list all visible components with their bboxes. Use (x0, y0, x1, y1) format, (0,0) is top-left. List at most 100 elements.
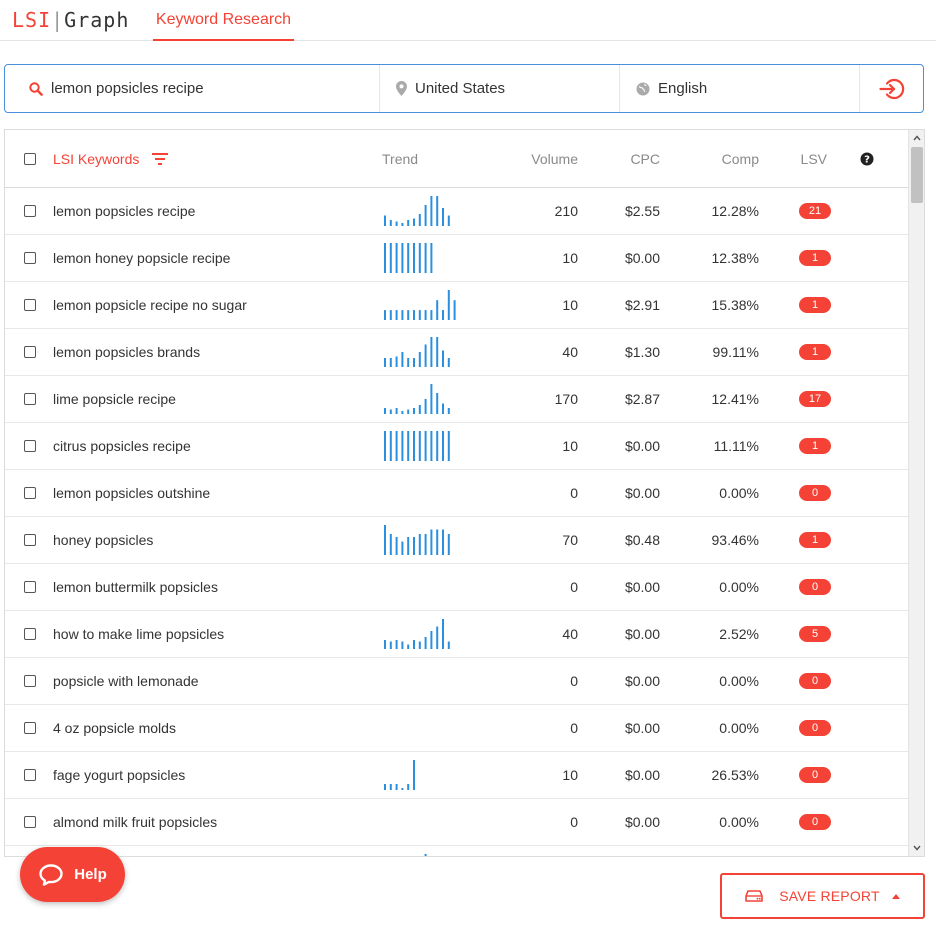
trend-bar (413, 431, 415, 461)
row-checkbox-cell (5, 393, 53, 405)
table-scrollbar[interactable] (908, 130, 924, 856)
header-cpc[interactable]: CPC (578, 151, 660, 167)
row-cpc: $0.00 (624, 720, 660, 736)
row-checkbox[interactable] (24, 628, 36, 640)
save-report-button[interactable]: SAVE REPORT (720, 873, 925, 919)
row-keyword[interactable]: lime popsicle recipe (53, 391, 382, 407)
trend-bar (418, 214, 421, 226)
trend-bar (430, 337, 433, 367)
trend-bar (389, 641, 392, 649)
row-keyword[interactable]: lemon popsicles brands (53, 344, 382, 360)
trend-sparkline (384, 337, 450, 367)
row-keyword[interactable]: 4 oz popsicle molds (53, 720, 382, 736)
logo-lsi-text: LSI (12, 8, 52, 32)
table-row[interactable]: citrus popsicles recipe 10 $0.00 11.11% 1 (5, 423, 908, 470)
table-row[interactable]: fage yogurt popsicles 10 $0.00 26.53% 0 (5, 752, 908, 799)
row-checkbox[interactable] (24, 252, 36, 264)
header-lsv[interactable]: LSV (759, 151, 839, 167)
table-row[interactable]: almond milk fruit popsicles 0 $0.00 0.00% 0 (5, 799, 908, 846)
row-keyword[interactable]: honey popsicles (53, 532, 382, 548)
row-keyword[interactable]: lemon popsicles recipe (53, 203, 382, 219)
row-comp: 15.38% (711, 297, 759, 313)
trend-bar (418, 534, 421, 555)
trend-bar (389, 409, 392, 414)
row-checkbox[interactable] (24, 581, 36, 593)
row-lsv-cell: 5 (759, 626, 839, 642)
table-row[interactable]: lemon buttermilk popsicles 0 $0.00 0.00% 0 (5, 564, 908, 611)
header-keywords[interactable]: LSI Keywords (53, 151, 382, 167)
row-lsv-cell: 1 (759, 532, 839, 548)
row-keyword[interactable]: lemon popsicle recipe no sugar (53, 297, 382, 313)
trend-bar (389, 310, 392, 320)
help-button[interactable]: Help (20, 847, 125, 902)
filter-icon[interactable] (151, 152, 169, 166)
select-all-checkbox[interactable] (24, 152, 36, 165)
search-submit-button[interactable] (860, 65, 923, 112)
trend-bar (447, 534, 450, 555)
row-trend (382, 517, 502, 563)
search-icon (29, 81, 43, 96)
table-row[interactable]: lemon honey popsicle recipe 10 $0.00 12.38%… (5, 235, 908, 282)
table-row[interactable]: lime popsicle recipe 170 $2.87 12.41% 17 (5, 376, 908, 423)
row-lsv-cell: 21 (759, 203, 839, 219)
row-comp: 12.38% (711, 250, 759, 266)
row-keyword[interactable]: almond milk fruit popsicles (53, 814, 382, 830)
location-select[interactable]: United States (380, 65, 620, 112)
table-row[interactable]: honey popsicles 70 $0.48 93.46% 1 (5, 517, 908, 564)
scroll-thumb[interactable] (911, 147, 923, 203)
row-checkbox[interactable] (24, 487, 36, 499)
trend-bar (436, 196, 439, 226)
trend-bar (389, 784, 392, 790)
row-keyword[interactable]: citrus popsicles recipe (53, 438, 382, 454)
trend-bar (401, 310, 404, 320)
question-circle-icon[interactable]: ? (860, 152, 874, 166)
table-row[interactable]: lemon popsicles brands 40 $1.30 99.11% 1 (5, 329, 908, 376)
trend-bar (424, 310, 427, 320)
table-row[interactable]: 4 oz popsicle molds 0 $0.00 0.00% 0 (5, 705, 908, 752)
row-keyword[interactable]: popsicle with lemonade (53, 673, 382, 689)
row-checkbox[interactable] (24, 816, 36, 828)
row-comp: 11.11% (713, 438, 759, 454)
row-volume: 170 (554, 391, 578, 407)
row-checkbox[interactable] (24, 346, 36, 358)
table-row[interactable]: lemon popsicle recipe no sugar 10 $2.91 15.… (5, 282, 908, 329)
row-checkbox-cell (5, 581, 53, 593)
trend-bar (407, 358, 410, 367)
table-row[interactable]: lemon popsicles outshine 0 $0.00 0.00% 0 (5, 470, 908, 517)
row-checkbox[interactable] (24, 769, 36, 781)
row-checkbox[interactable] (24, 440, 36, 452)
row-checkbox[interactable] (24, 205, 36, 217)
row-checkbox[interactable] (24, 534, 36, 546)
language-select[interactable]: English (620, 65, 860, 112)
row-keyword[interactable]: lemon popsicles outshine (53, 485, 382, 501)
keyword-input[interactable]: lemon popsicles recipe (5, 65, 380, 112)
row-keyword[interactable]: how to make lime popsicles (53, 626, 382, 642)
scroll-down-arrow[interactable] (909, 840, 924, 856)
table-row[interactable]: how to make lime popsicles 40 $0.00 2.52% 5 (5, 611, 908, 658)
table-row[interactable]: popsicle with lemonade 0 $0.00 0.00% 0 (5, 658, 908, 705)
header-comp[interactable]: Comp (660, 151, 759, 167)
trend-bar (384, 640, 386, 649)
trend-bar (384, 243, 386, 273)
row-keyword[interactable]: fage yogurt popsicles (53, 767, 382, 783)
row-keyword[interactable]: lemon buttermilk popsicles (53, 579, 382, 595)
row-keyword[interactable]: lemon honey popsicle recipe (53, 250, 382, 266)
lsigraph-logo[interactable]: LSI|Graph (12, 8, 129, 32)
lsv-badge: 1 (799, 297, 831, 313)
trend-bar (424, 431, 427, 461)
tab-keyword-research[interactable]: Keyword Research (153, 0, 294, 41)
logo-graph-text: Graph (64, 8, 130, 32)
trend-bar (401, 641, 404, 649)
row-checkbox[interactable] (24, 675, 36, 687)
row-checkbox[interactable] (24, 299, 36, 311)
table-row[interactable]: lemon popsicles recipe 210 $2.55 12.28% 21 (5, 188, 908, 235)
trend-bar (395, 784, 398, 790)
lsv-badge: 0 (799, 579, 831, 595)
row-comp: 12.28% (711, 203, 759, 219)
row-checkbox[interactable] (24, 722, 36, 734)
row-checkbox[interactable] (24, 393, 36, 405)
table-row[interactable] (5, 846, 908, 856)
scroll-up-arrow[interactable] (909, 130, 924, 146)
header-volume[interactable]: Volume (502, 151, 578, 167)
trend-bar (430, 243, 433, 273)
